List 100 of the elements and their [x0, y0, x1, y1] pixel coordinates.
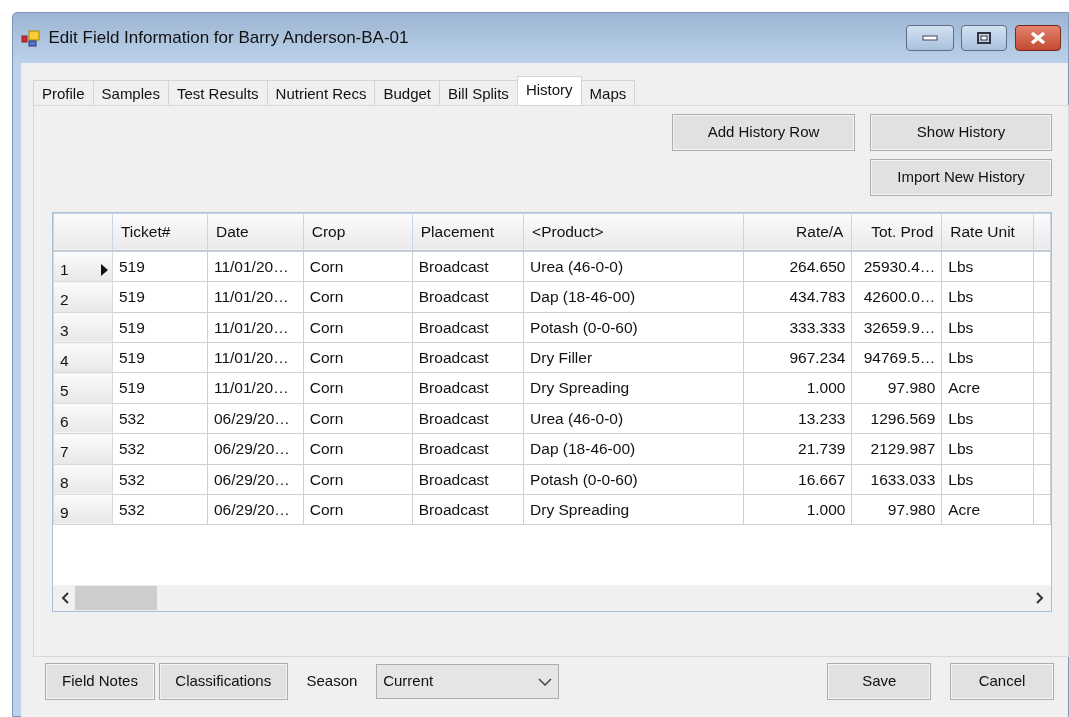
table-cell: Corn [303, 464, 413, 495]
table-cell: Lbs [941, 464, 1034, 495]
table-cell: 434.783 [743, 281, 852, 313]
table-cell: 06/29/20… [207, 403, 304, 434]
column-header[interactable]: Rate Unit [941, 213, 1034, 251]
horizontal-scrollbar[interactable] [53, 584, 1051, 611]
table-cell: Potash (0-0-60) [523, 312, 744, 343]
table-cell: 25930.4… [851, 251, 942, 282]
table-cell: 2129.987 [851, 433, 942, 465]
table-cell: 97.980 [851, 372, 942, 404]
table-cell: 1.000 [743, 494, 852, 525]
column-header[interactable]: Ticket# [112, 213, 208, 251]
table-cell: 967.234 [743, 342, 852, 373]
table-cell: Acre [941, 494, 1034, 525]
table-cell: Corn [303, 372, 413, 404]
table-cell: Broadcast [412, 494, 524, 525]
table-cell: Corn [303, 312, 413, 343]
row-header[interactable]: 1 [53, 251, 113, 282]
table-cell: 532 [112, 464, 208, 495]
table-cell: 532 [112, 494, 208, 525]
table-cell: 264.650 [743, 251, 852, 282]
table-cell: 333.333 [743, 312, 852, 343]
scroll-left-icon[interactable] [60, 591, 71, 604]
row-header[interactable]: 9 [53, 494, 113, 525]
table-cell: 11/01/20… [207, 281, 304, 313]
add-history-row-button[interactable]: Add History Row [672, 114, 855, 151]
table-cell: Corn [303, 281, 413, 313]
column-header[interactable]: Rate/A [743, 213, 852, 251]
table-cell: 1.000 [743, 372, 852, 404]
season-dropdown[interactable]: Current [376, 664, 560, 699]
table-cell: 519 [112, 312, 208, 343]
minimize-button[interactable] [905, 25, 954, 51]
row-header[interactable]: 2 [53, 281, 113, 313]
tab[interactable]: Samples [92, 80, 169, 105]
row-header[interactable]: 3 [53, 312, 113, 343]
row-number: 7 [60, 442, 69, 463]
show-history-button[interactable]: Show History [870, 114, 1052, 151]
row-header[interactable]: 5 [53, 372, 113, 404]
table-cell: 97.980 [851, 494, 942, 525]
column-header[interactable]: Placement [412, 213, 524, 251]
row-number: 3 [60, 320, 69, 341]
table-cell: 42600.0… [851, 281, 942, 313]
row-number: 8 [60, 472, 69, 493]
row-number: 9 [60, 503, 69, 523]
tab[interactable]: Budget [374, 80, 440, 105]
table-cell: 13.233 [743, 403, 852, 434]
table-cell: Corn [303, 342, 413, 373]
row-header[interactable]: 7 [53, 433, 113, 465]
row-number: 1 [60, 260, 69, 280]
table-cell: Dap (18-46-00) [523, 433, 744, 465]
table-cell: Broadcast [412, 251, 524, 282]
classifications-button[interactable]: Classifications [158, 663, 288, 700]
table-cell: Broadcast [412, 372, 524, 404]
table-cell: Lbs [941, 433, 1034, 465]
maximize-button[interactable] [961, 25, 1007, 51]
table-cell: Broadcast [412, 312, 524, 343]
cancel-button[interactable]: Cancel [950, 663, 1054, 700]
field-notes-button[interactable]: Field Notes [45, 663, 155, 700]
tab[interactable]: Maps [580, 80, 636, 105]
table-cell: 16.667 [743, 464, 852, 495]
column-header[interactable]: Crop [303, 213, 413, 251]
row-header[interactable]: 6 [53, 403, 113, 434]
table-cell: Dry Spreading [523, 372, 744, 404]
table-cell: 11/01/20… [207, 372, 304, 404]
table-cell: 11/01/20… [207, 251, 304, 282]
table-cell: 06/29/20… [207, 464, 304, 495]
tab[interactable]: Profile [33, 80, 94, 105]
table-cell: Acre [941, 372, 1034, 404]
table-cell: Corn [303, 494, 413, 525]
table-cell: 532 [112, 433, 208, 465]
column-header[interactable]: <Product> [523, 213, 744, 251]
table-cell: Potash (0-0-60) [523, 464, 744, 495]
row-header[interactable]: 4 [53, 342, 113, 373]
table-cell: Broadcast [412, 342, 524, 373]
season-label: Season [306, 671, 358, 692]
table-cell: Urea (46-0-0) [523, 403, 744, 434]
scroll-right-icon[interactable] [1033, 591, 1044, 604]
table-cell: Lbs [941, 342, 1034, 373]
table-cell: 11/01/20… [207, 312, 304, 343]
scroll-thumb[interactable] [74, 585, 157, 610]
table-cell: 1296.569 [851, 403, 942, 434]
table-cell: Broadcast [412, 464, 524, 495]
close-button[interactable] [1014, 25, 1061, 51]
import-new-history-button[interactable]: Import New History [870, 158, 1052, 196]
table-cell: 519 [112, 251, 208, 282]
row-header[interactable]: 8 [53, 464, 113, 495]
column-header[interactable]: Date [207, 213, 304, 251]
tab[interactable]: Bill Splits [439, 80, 518, 105]
table-cell: Broadcast [412, 403, 524, 434]
row-number: 5 [60, 381, 69, 402]
table-cell: 21.739 [743, 433, 852, 465]
table-cell: 06/29/20… [207, 433, 304, 465]
close-icon [1029, 31, 1046, 45]
app-icon [21, 28, 41, 48]
save-button[interactable]: Save [827, 663, 932, 700]
table-cell: Lbs [941, 403, 1034, 434]
column-header[interactable]: Tot. Prod [851, 213, 942, 251]
table-cell: 06/29/20… [207, 494, 304, 525]
table-cell: Lbs [941, 281, 1034, 313]
tab[interactable]: History [516, 76, 582, 105]
